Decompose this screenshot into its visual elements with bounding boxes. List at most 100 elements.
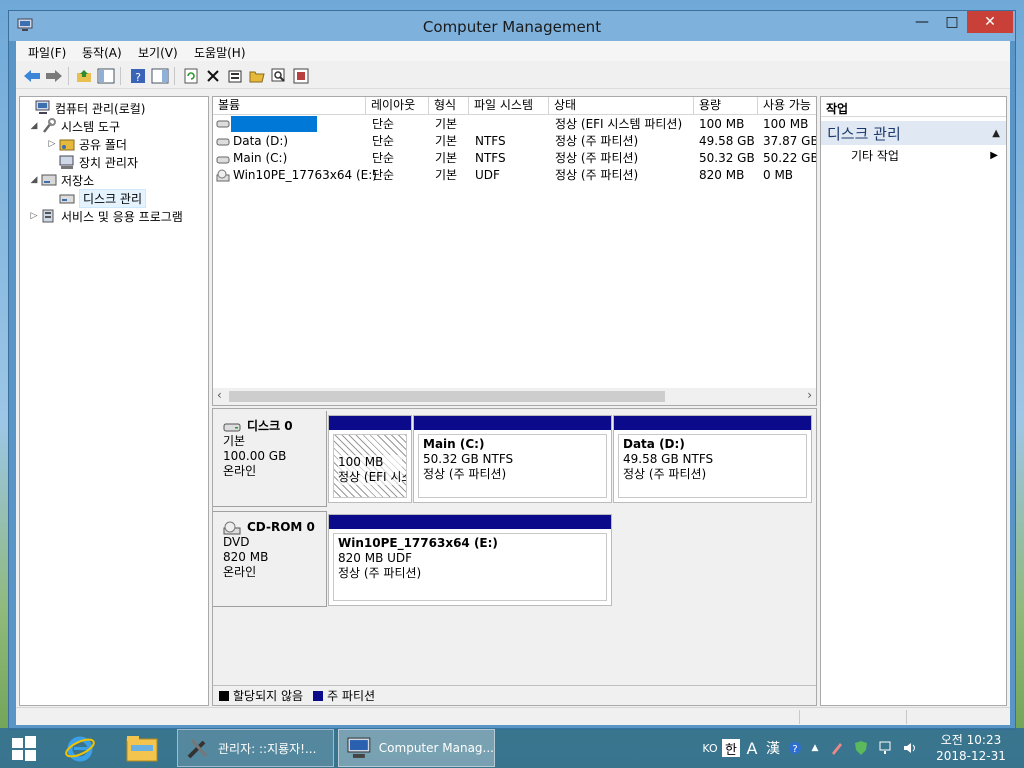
help-icon[interactable]: ?	[128, 66, 148, 86]
tree-item-device-manager[interactable]: 장치 관리자	[46, 153, 138, 171]
disk0-label[interactable]: 디스크 0 기본 100.00 GB 온라인	[213, 411, 327, 507]
expand-icon[interactable]: ▷	[46, 139, 58, 149]
tree-item-root[interactable]: 컴퓨터 관리(로컬)	[22, 99, 145, 117]
tree-item-storage[interactable]: ◢ 저장소	[28, 171, 95, 189]
tree-item-shared-folders[interactable]: ▷ 공유 폴더	[46, 135, 127, 153]
actions-section-disk-management[interactable]: 디스크 관리 ▲	[821, 121, 1006, 145]
security-shield-icon[interactable]	[852, 738, 870, 758]
partition-main-c[interactable]: Main (C:) 50.32 GB NTFS 정상 (주 파티션)	[413, 415, 612, 503]
tree-item-system-tools[interactable]: ◢ 시스템 도구	[28, 117, 120, 135]
partition-data-name: Data (D:)	[623, 437, 685, 451]
tree-label-storage: 저장소	[61, 173, 95, 188]
column-header-type[interactable]: 형식	[429, 97, 469, 115]
ime-hangul-mode[interactable]: 한	[722, 739, 740, 758]
search-icon[interactable]	[269, 66, 289, 86]
scroll-left-icon[interactable]: ‹	[217, 388, 222, 402]
cell-volume: Data (D:)	[233, 134, 289, 148]
maximize-button[interactable]: □	[938, 11, 966, 33]
properties-icon[interactable]	[225, 66, 245, 86]
clock-time: 오전 10:23	[940, 733, 1002, 747]
scroll-right-icon[interactable]: ›	[807, 388, 812, 402]
tree-label-system-tools: 시스템 도구	[61, 119, 121, 134]
tree-label-device-manager: 장치 관리자	[79, 155, 139, 170]
legend-unallocated: 할당되지 않음	[233, 689, 304, 703]
cell-status: 정상 (주 파티션)	[555, 168, 639, 182]
up-folder-icon[interactable]	[74, 66, 94, 86]
settings-icon[interactable]	[291, 66, 311, 86]
expand-icon[interactable]: ▷	[28, 211, 40, 221]
partition-efi[interactable]: 100 MB 정상 (EFI 시스	[328, 415, 412, 503]
column-header-file-system[interactable]: 파일 시스템	[469, 97, 549, 115]
cell-type: 기본	[435, 117, 458, 131]
column-header-layout[interactable]: 레이아웃	[366, 97, 429, 115]
internet-explorer-icon	[65, 736, 95, 762]
internet-explorer-button[interactable]	[64, 728, 96, 768]
action-more[interactable]: 기타 작업 ▶	[821, 145, 1006, 165]
menu-help[interactable]: 도움말(H)	[194, 44, 246, 61]
help-icon[interactable]: ?	[786, 738, 804, 758]
network-icon[interactable]	[876, 738, 896, 758]
cell-free: 50.22 GB	[763, 151, 817, 165]
taskbar-task-computer-management[interactable]: Computer Manag...	[338, 729, 495, 767]
close-button[interactable]: ✕	[967, 11, 1013, 33]
back-arrow-icon[interactable]	[22, 66, 42, 86]
menu-file[interactable]: 파일(F)	[28, 44, 66, 61]
delete-icon[interactable]	[203, 66, 223, 86]
volume-icon[interactable]	[900, 738, 920, 758]
title-bar[interactable]: Computer Management — □ ✕	[9, 11, 1015, 41]
file-explorer-button[interactable]	[125, 728, 159, 768]
start-button[interactable]	[10, 728, 38, 768]
open-folder-icon[interactable]	[247, 66, 267, 86]
collapse-icon[interactable]: ◢	[28, 121, 40, 131]
collapse-up-icon[interactable]: ▲	[992, 128, 1000, 139]
menu-bar: 파일(F) 동작(A) 보기(V) 도움말(H)	[16, 41, 1010, 61]
show-hide-tree-icon[interactable]	[96, 66, 116, 86]
partition-data-d[interactable]: Data (D:) 49.58 GB NTFS 정상 (주 파티션)	[613, 415, 812, 503]
legend-swatch-primary	[313, 690, 324, 701]
collapse-icon[interactable]: ◢	[28, 175, 40, 185]
menu-action[interactable]: 동작(A)	[82, 44, 122, 61]
cell-type: 기본	[435, 168, 458, 182]
taskbar-task-admin[interactable]: 관리자: ::지룡자!...	[177, 729, 334, 767]
ime-alphanumeric-mode[interactable]: A	[744, 738, 760, 758]
column-header-status[interactable]: 상태	[549, 97, 694, 115]
volume-drive-icon	[216, 156, 230, 164]
tree-item-disk-management[interactable]: 디스크 관리	[46, 188, 147, 208]
cell-status: 정상 (주 파티션)	[555, 134, 639, 148]
cdrom-icon	[216, 169, 230, 182]
partition-cdrom-e[interactable]: Win10PE_17763x64 (E:) 820 MB UDF 정상 (주 파…	[328, 514, 612, 606]
pen-tablet-icon[interactable]	[828, 738, 846, 758]
cell-free: 0 MB	[763, 168, 794, 182]
actions-pane: 작업 디스크 관리 ▲ 기타 작업 ▶	[820, 96, 1007, 706]
disk0-kind: 기본	[223, 434, 246, 448]
minimize-button[interactable]: —	[907, 11, 937, 33]
disk0-size: 100.00 GB	[223, 449, 287, 463]
tree-label-services: 서비스 및 응용 프로그램	[61, 209, 183, 224]
action-more-label: 기타 작업	[851, 148, 899, 163]
ime-options-icon[interactable]: ▲	[808, 738, 822, 758]
computer-management-window: Computer Management — □ ✕ 파일(F) 동작(A) 보기…	[8, 10, 1016, 730]
volume-drive-icon	[216, 120, 230, 128]
clock[interactable]: 오전 10:23 2018-12-31	[930, 732, 1012, 764]
column-header-capacity[interactable]: 용량	[694, 97, 758, 115]
legend-swatch-unallocated	[219, 690, 229, 701]
actions-header: 작업	[821, 97, 1006, 117]
cell-free: 100 MB	[763, 117, 809, 131]
partition-data-status: 정상 (주 파티션)	[623, 467, 707, 481]
ime-hanja-mode[interactable]: 漢	[764, 738, 782, 758]
scrollbar-thumb[interactable]	[229, 391, 665, 402]
legend: 할당되지 않음 주 파티션	[213, 685, 816, 705]
cdrom-icon	[223, 521, 241, 534]
menu-view[interactable]: 보기(V)	[138, 44, 178, 61]
column-header-free-space[interactable]: 사용 가능	[758, 97, 816, 115]
language-indicator[interactable]: KO	[702, 738, 718, 758]
show-hide-action-pane-icon[interactable]	[150, 66, 170, 86]
cell-capacity: 50.32 GB	[699, 151, 755, 165]
column-header-volume[interactable]: 볼륨	[213, 97, 366, 115]
cdrom0-label[interactable]: CD-ROM 0 DVD 820 MB 온라인	[213, 511, 327, 607]
horizontal-scrollbar[interactable]: ‹ ›	[213, 388, 816, 405]
refresh-icon[interactable]	[181, 66, 201, 86]
tree-item-services[interactable]: ▷ 서비스 및 응용 프로그램	[28, 207, 183, 225]
forward-arrow-icon[interactable]	[44, 66, 64, 86]
taskbar: 관리자: ::지룡자!... Computer Manag... KO 한 A …	[0, 728, 1024, 768]
